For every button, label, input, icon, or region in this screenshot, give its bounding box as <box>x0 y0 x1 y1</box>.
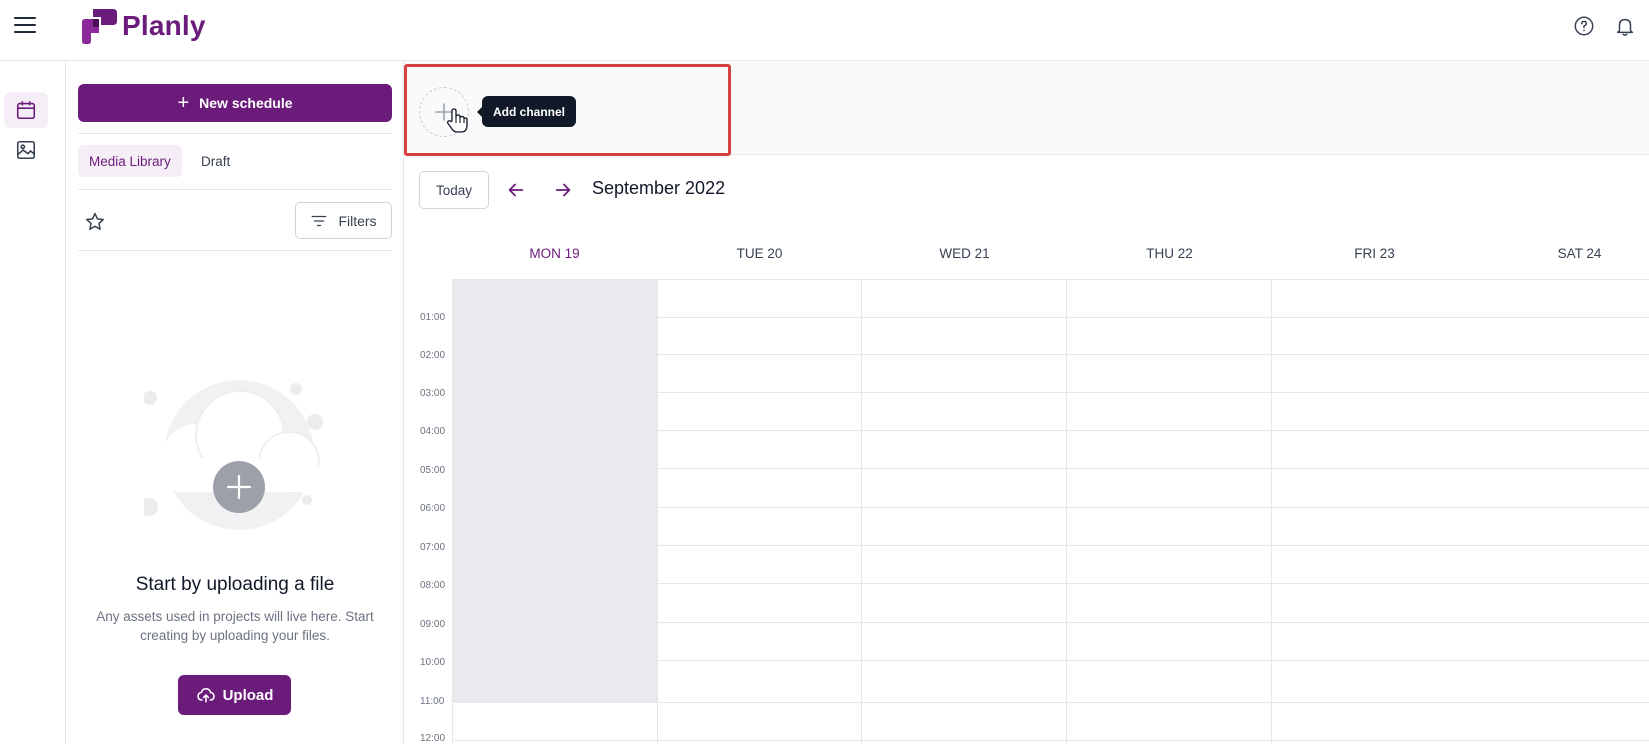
arrow-left-icon[interactable] <box>505 179 527 201</box>
hour-line <box>452 430 1649 431</box>
hand-cursor-icon <box>446 108 468 133</box>
time-label: 01:00 <box>420 312 446 323</box>
time-label: 12:00 <box>420 733 446 744</box>
time-label: 03:00 <box>420 388 446 399</box>
day-header-thu: THU 22 <box>1146 246 1193 261</box>
time-label: 02:00 <box>420 350 446 361</box>
cloud-upload-illustration <box>144 380 323 530</box>
column-line <box>861 280 862 744</box>
time-label: 06:00 <box>420 503 446 514</box>
new-schedule-label: New schedule <box>199 95 293 111</box>
rail-item-media[interactable] <box>4 132 48 168</box>
divider <box>78 189 392 190</box>
day-header-wed: WED 21 <box>939 246 990 261</box>
hour-line <box>452 740 1649 741</box>
time-label: 11:00 <box>420 696 445 707</box>
past-day-column <box>452 280 657 702</box>
hour-line <box>452 660 1649 661</box>
bell-icon[interactable] <box>1614 15 1636 37</box>
arrow-right-icon[interactable] <box>552 179 574 201</box>
help-circle-icon[interactable] <box>1573 15 1595 37</box>
plus-icon: + <box>177 92 190 114</box>
empty-state-title: Start by uploading a file <box>135 574 335 595</box>
app-header: Planly <box>0 0 1649 61</box>
upload-label: Upload <box>222 686 274 704</box>
left-rail <box>0 61 66 744</box>
filters-button[interactable]: Filters <box>295 202 392 239</box>
day-header-tue: TUE 20 <box>736 246 783 261</box>
day-header-mon: MON 19 <box>529 246 580 261</box>
cloud-upload-icon <box>196 687 215 703</box>
tab-draft[interactable]: Draft <box>190 145 241 177</box>
divider <box>78 133 392 134</box>
hour-line <box>452 583 1649 584</box>
day-header-sat: SAT 24 <box>1557 246 1602 261</box>
today-button[interactable]: Today <box>419 171 489 209</box>
calendar-main: Add channel Today September 2022 MON 19 … <box>404 61 1649 744</box>
hour-line <box>452 622 1649 623</box>
time-label: 09:00 <box>420 619 446 630</box>
hour-line <box>452 702 1649 703</box>
hour-line <box>452 507 1649 508</box>
time-label: 04:00 <box>420 426 446 437</box>
rail-item-calendar[interactable] <box>4 92 48 128</box>
channel-bar: Add channel <box>404 61 1649 156</box>
month-label: September 2022 <box>592 178 726 198</box>
time-label: 08:00 <box>420 580 446 591</box>
empty-state-description: Any assets used in projects will live he… <box>96 609 374 643</box>
upload-button[interactable]: Upload <box>178 675 291 715</box>
column-line <box>452 280 453 744</box>
app-name: Planly <box>122 10 206 41</box>
hour-line <box>452 545 1649 546</box>
tab-media-library[interactable]: Media Library <box>78 145 182 177</box>
time-label: 07:00 <box>420 542 446 553</box>
image-icon <box>16 140 36 160</box>
hour-line <box>452 354 1649 355</box>
column-line <box>1271 280 1272 744</box>
day-header-fri: FRI 23 <box>1354 246 1395 261</box>
calendar-icon <box>16 101 36 120</box>
new-schedule-button[interactable]: + New schedule <box>78 84 392 122</box>
divider <box>78 250 392 251</box>
hour-line <box>452 317 1649 318</box>
hamburger-icon[interactable] <box>14 17 36 37</box>
star-icon[interactable] <box>84 211 106 233</box>
column-line <box>1066 280 1067 744</box>
filter-icon <box>312 215 327 226</box>
planly-logo-icon <box>82 9 117 44</box>
media-panel: + New schedule Media Library Draft Filte… <box>66 61 404 744</box>
hour-line <box>452 392 1649 393</box>
time-label: 05:00 <box>420 465 446 476</box>
filters-label: Filters <box>338 212 377 229</box>
column-line <box>657 280 658 744</box>
hour-line <box>452 468 1649 469</box>
time-label: 10:00 <box>420 657 446 668</box>
app-logo[interactable]: Planly <box>80 6 206 46</box>
add-channel-tooltip: Add channel <box>476 96 577 127</box>
